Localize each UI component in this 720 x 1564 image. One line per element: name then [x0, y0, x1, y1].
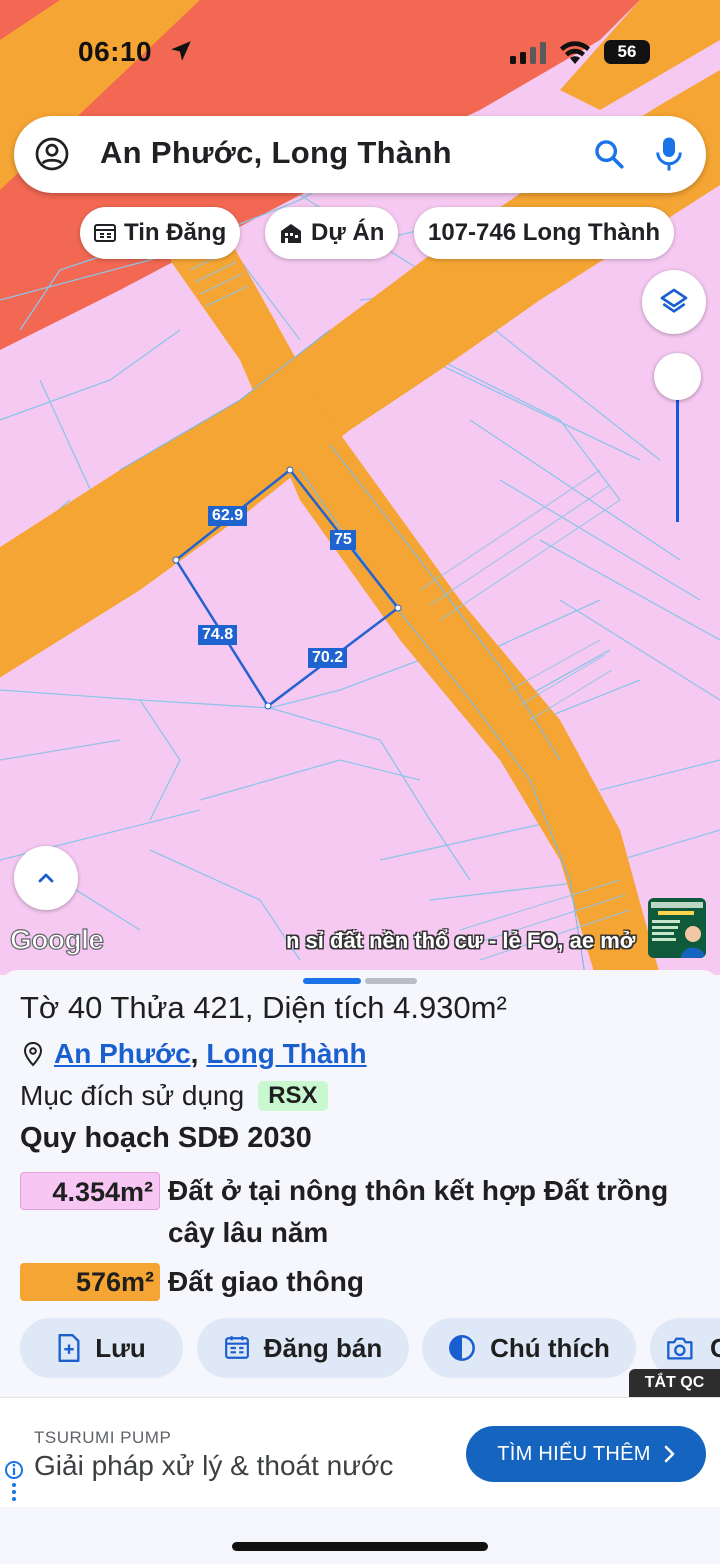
measurement-label: 62.9 — [208, 506, 248, 526]
file-add-icon — [58, 1334, 80, 1362]
zone-area-badge: 576m² — [20, 1263, 160, 1301]
ward-link[interactable]: An Phước — [54, 1038, 191, 1070]
contrast-icon — [449, 1335, 476, 1361]
promo-thumbnail[interactable] — [648, 898, 706, 958]
ad-brand: TSURUMI PUMP — [34, 1428, 172, 1447]
zone-row: 576m² Đất giao thông — [20, 1263, 688, 1303]
ad-info-icon[interactable] — [4, 1460, 24, 1506]
cellular-signal-icon — [510, 42, 546, 64]
battery-indicator: 56 — [604, 40, 650, 64]
save-label: Lưu — [95, 1332, 146, 1363]
chip-plan-code[interactable]: 107-746 Long Thành — [414, 207, 675, 259]
listings-icon — [94, 224, 116, 242]
ad-headline: Giải pháp xử lý & thoát nước — [34, 1450, 394, 1481]
chip-label: Tin Đăng — [124, 219, 227, 246]
sheet-handle-active[interactable] — [303, 978, 361, 984]
search-query[interactable]: An Phước, Long Thành — [100, 135, 452, 171]
home-indicator[interactable] — [232, 1542, 488, 1551]
zone-description: Đất ở tại nông thôn kết hợp Đất trồng câ… — [168, 1175, 669, 1248]
layers-icon — [660, 288, 688, 313]
measurement-label: 74.8 — [198, 625, 238, 645]
post-sale-button[interactable]: Đăng bán — [197, 1318, 409, 1378]
ad-cta-button[interactable]: TÌM HIỂU THÊM — [466, 1426, 706, 1482]
legend-label: Chú thích — [490, 1332, 610, 1363]
ad-cta-label: TÌM HIỂU THÊM — [497, 1442, 651, 1465]
google-logo: Google — [9, 923, 104, 955]
chip-label: 107-746 Long Thành — [428, 219, 661, 246]
map-view[interactable]: 62.9 75 74.8 70.2 06:10 56 An Phước, Lon… — [0, 0, 720, 975]
search-bar[interactable]: An Phước, Long Thành — [14, 116, 706, 193]
wifi-icon — [560, 41, 590, 64]
chip-projects[interactable]: Dự Án — [265, 207, 399, 259]
parcel-location: An Phước, Long Thành — [20, 1038, 367, 1070]
chevron-up-icon — [38, 873, 54, 883]
status-bar: 06:10 56 — [0, 30, 720, 76]
layers-button[interactable] — [642, 270, 706, 334]
zone-description: Đất giao thông — [168, 1266, 364, 1297]
expand-up-button[interactable] — [14, 846, 78, 910]
post-sale-label: Đăng bán — [263, 1332, 383, 1363]
status-time: 06:10 — [78, 36, 153, 67]
promo-ticker: n sỉ đất nền thổ cư - lẻ FO, ae mở — [286, 928, 636, 953]
account-icon[interactable] — [34, 136, 70, 172]
photo-label: C — [710, 1332, 720, 1363]
location-pin-icon — [23, 1041, 43, 1067]
ad-banner[interactable]: TSURUMI PUMP Giải pháp xử lý & thoát nướ… — [0, 1397, 720, 1507]
save-button[interactable]: Lưu — [20, 1318, 183, 1378]
measurement-label: 70.2 — [308, 648, 348, 668]
chip-label: Dự Án — [311, 219, 385, 246]
parcel-title: Tờ 40 Thửa 421, Diện tích 4.930m² — [20, 990, 507, 1025]
building-icon — [281, 224, 301, 243]
chip-listings[interactable]: Tin Đăng — [80, 207, 241, 259]
district-link[interactable]: Long Thành — [206, 1038, 366, 1070]
zone-row: 4.354m² Đất ở tại nông thôn kết hợp Đất … — [20, 1172, 688, 1254]
calendar-list-icon — [224, 1336, 249, 1359]
location-arrow-icon — [171, 41, 191, 61]
purpose-label: Mục đích sử dụng — [20, 1080, 245, 1111]
sheet-handle[interactable] — [365, 978, 417, 984]
chevron-right-icon — [664, 1445, 675, 1463]
purpose-code-badge: RSX — [258, 1081, 328, 1111]
land-use-purpose: Mục đích sử dụng RSX — [20, 1080, 328, 1112]
opacity-slider-knob[interactable] — [654, 353, 701, 400]
plan-title: Quy hoạch SDĐ 2030 — [20, 1122, 312, 1154]
close-ad-button[interactable]: TẮT QC — [629, 1369, 720, 1397]
microphone-icon[interactable] — [654, 136, 684, 172]
legend-button[interactable]: Chú thích — [422, 1318, 636, 1378]
promo-thumbnail-image — [648, 898, 706, 958]
camera-add-icon — [667, 1337, 693, 1360]
zone-area-badge: 4.354m² — [20, 1172, 160, 1210]
action-bar: Lưu Đăng bán Chú thích C — [20, 1318, 720, 1378]
search-icon[interactable] — [592, 137, 626, 171]
measurement-label: 75 — [330, 530, 356, 550]
